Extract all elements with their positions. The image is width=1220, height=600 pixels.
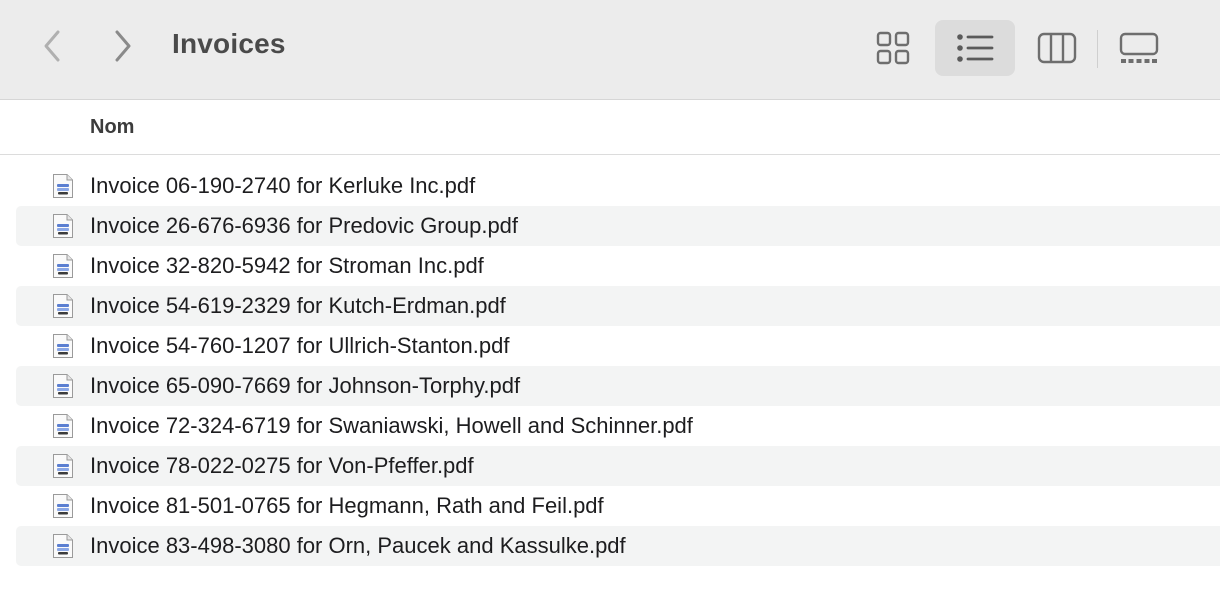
chevron-left-icon	[44, 30, 60, 62]
chevron-right-icon	[115, 30, 131, 62]
view-columns-button[interactable]	[1017, 20, 1097, 76]
file-name: Invoice 83-498-3080 for Orn, Paucek and …	[90, 533, 626, 558]
list-icon	[957, 34, 994, 62]
pdf-file-icon	[53, 374, 73, 398]
file-row[interactable]: Invoice 81-501-0765 for Hegmann, Rath an…	[16, 486, 1220, 526]
pdf-file-icon	[53, 334, 73, 358]
file-name: Invoice 32-820-5942 for Stroman Inc.pdf	[90, 253, 484, 278]
name-column-header[interactable]: Nom	[90, 116, 134, 139]
file-row[interactable]: Invoice 65-090-7669 for Johnson-Torphy.p…	[16, 366, 1220, 406]
view-icons-button[interactable]	[853, 20, 933, 76]
pdf-file-icon	[53, 534, 73, 558]
file-name: Invoice 72-324-6719 for Swaniawski, Howe…	[90, 413, 693, 438]
grid-icon	[876, 31, 910, 65]
file-row[interactable]: Invoice 32-820-5942 for Stroman Inc.pdf	[16, 246, 1220, 286]
file-row[interactable]: Invoice 06-190-2740 for Kerluke Inc.pdf	[16, 166, 1220, 206]
file-name: Invoice 26-676-6936 for Predovic Group.p…	[90, 213, 519, 238]
list-column-header: Nom	[0, 101, 1220, 155]
file-name: Invoice 78-022-0275 for Von-Pfeffer.pdf	[90, 453, 474, 478]
pdf-file-icon	[53, 454, 73, 478]
forward-button[interactable]	[103, 26, 143, 66]
file-name: Invoice 54-619-2329 for Kutch-Erdman.pdf	[90, 293, 506, 318]
pdf-file-icon	[53, 254, 73, 278]
view-gallery-button[interactable]	[1099, 20, 1179, 76]
file-row[interactable]: Invoice 54-619-2329 for Kutch-Erdman.pdf	[16, 286, 1220, 326]
pdf-file-icon	[53, 414, 73, 438]
back-button[interactable]	[32, 26, 72, 66]
pdf-file-icon	[53, 214, 73, 238]
gallery-icon	[1119, 32, 1159, 63]
finder-window: Invoices Nom Invoice 06-190-2740 for Ker…	[0, 0, 1220, 600]
columns-icon	[1037, 32, 1077, 64]
view-list-button[interactable]	[935, 20, 1015, 76]
window-title: Invoices	[172, 28, 286, 59]
file-row[interactable]: Invoice 72-324-6719 for Swaniawski, Howe…	[16, 406, 1220, 446]
file-row[interactable]: Invoice 83-498-3080 for Orn, Paucek and …	[16, 526, 1220, 566]
pdf-file-icon	[53, 174, 73, 198]
toolbar-separator	[1097, 30, 1098, 68]
pdf-file-icon	[53, 294, 73, 318]
pdf-file-icon	[53, 494, 73, 518]
file-name: Invoice 06-190-2740 for Kerluke Inc.pdf	[90, 173, 476, 198]
file-row[interactable]: Invoice 78-022-0275 for Von-Pfeffer.pdf	[16, 446, 1220, 486]
file-name: Invoice 54-760-1207 for Ullrich-Stanton.…	[90, 333, 510, 358]
file-name: Invoice 65-090-7669 for Johnson-Torphy.p…	[90, 373, 521, 398]
toolbar: Invoices	[0, 0, 1220, 100]
file-row[interactable]: Invoice 54-760-1207 for Ullrich-Stanton.…	[16, 326, 1220, 366]
file-name: Invoice 81-501-0765 for Hegmann, Rath an…	[90, 493, 604, 518]
file-list: Invoice 06-190-2740 for Kerluke Inc.pdf …	[16, 166, 1220, 566]
file-row[interactable]: Invoice 26-676-6936 for Predovic Group.p…	[16, 206, 1220, 246]
